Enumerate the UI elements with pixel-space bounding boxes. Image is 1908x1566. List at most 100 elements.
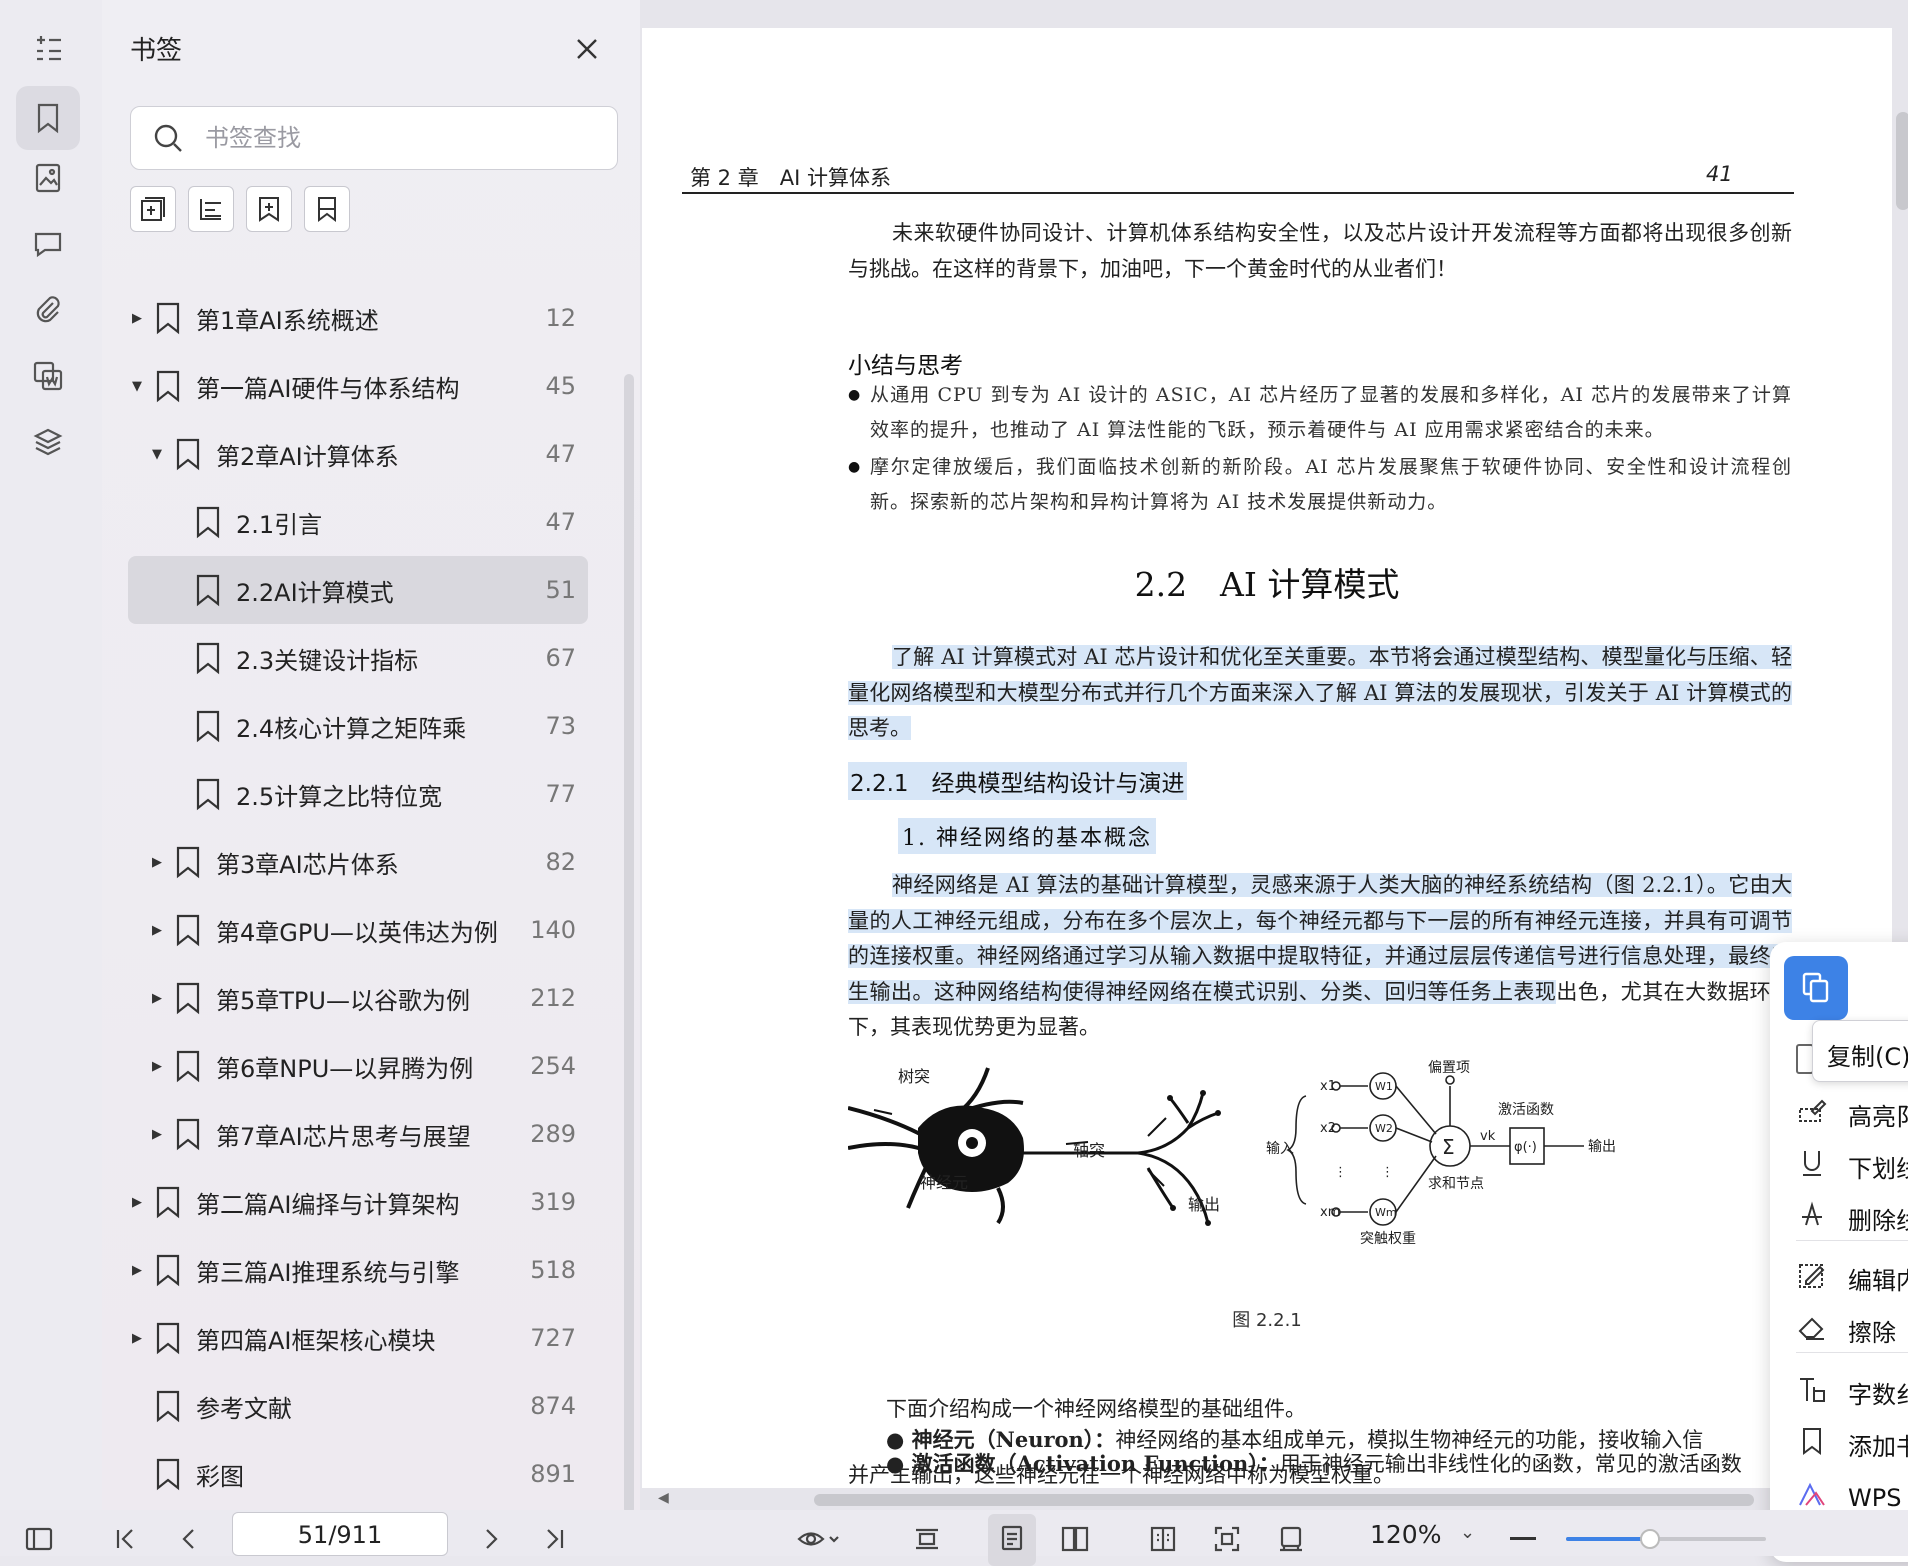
sidebar-toggle-button[interactable] (24, 1524, 54, 1558)
expand-arrow-icon[interactable]: ▶ (128, 1263, 146, 1278)
add-bookmark-button[interactable] (246, 186, 292, 232)
highlight-icon (1796, 1095, 1828, 1133)
bookmark-item[interactable]: ▶ 第3章AI芯片体系 82 (128, 828, 588, 896)
edit-icon (1796, 1259, 1828, 1297)
thumbnail-icon[interactable] (16, 146, 80, 210)
bookmark-item[interactable]: ▶ 第三篇AI推理系统与引擎 518 (128, 1236, 588, 1304)
expand-all-button[interactable] (130, 186, 176, 232)
bookmark-icon (194, 641, 222, 675)
copy-button[interactable] (1784, 956, 1848, 1020)
page-number: 41 (1706, 162, 1733, 186)
context-menu-label: 擦除 (1848, 1318, 1896, 1347)
zoom-slider[interactable] (1566, 1529, 1766, 1549)
first-page-icon (116, 1529, 133, 1549)
search-input[interactable] (203, 123, 563, 153)
extract-icon[interactable] (16, 344, 80, 408)
collapse-all-button[interactable] (188, 186, 234, 232)
term-activation: ● 激活函数（Activation Function）： (886, 1451, 1280, 1476)
context-menu-label: 编辑内 (1848, 1266, 1908, 1295)
zoom-level[interactable]: 120% (1370, 1520, 1441, 1549)
zoom-slider-knob[interactable] (1640, 1529, 1660, 1549)
bookmark-panel: 书签 ▶ 第1章AI系统概述 12 ▼ 第一篇AI硬件与体系结构 45 ▼ 第2章AI计算体系… (102, 0, 640, 1514)
bookmark-item[interactable]: 参考文献 874 (128, 1372, 588, 1440)
single-page-button[interactable] (988, 1514, 1036, 1566)
zoom-out-button[interactable] (1510, 1537, 1536, 1540)
first-page-button[interactable] (110, 1524, 140, 1558)
book-mode-button[interactable] (1148, 1524, 1178, 1558)
bookmark-label: 第4章GPU—以英伟达为例 (216, 918, 498, 947)
close-icon[interactable] (572, 34, 602, 64)
bookmark-search[interactable] (130, 106, 618, 170)
attachment-icon[interactable] (16, 278, 80, 342)
chevron-down-icon[interactable]: ⌄ (1460, 1522, 1475, 1543)
bookmark-item[interactable]: ▼ 第2章AI计算体系 47 (128, 420, 588, 488)
context-menu-label: 下划线 (1848, 1154, 1908, 1183)
two-page-button[interactable] (1060, 1524, 1090, 1558)
context-menu-item[interactable]: 删除线 (1796, 1196, 1908, 1240)
header-rule (682, 192, 1794, 194)
expand-arrow-icon[interactable]: ▶ (148, 1059, 166, 1074)
bookmark-item[interactable]: ▶ 第二篇AI编择与计算架构 319 (128, 1168, 588, 1236)
bookmark-item[interactable]: ▶ 第7章AI芯片思考与展望 289 (128, 1100, 588, 1168)
section-paragraph: 了解 AI 计算模式对 AI 芯片设计和优化至关重要。本节将会通过模型结构、模型… (848, 640, 1792, 747)
add-bookmark-icon (259, 197, 279, 222)
bookmark-label: 参考文献 (196, 1394, 292, 1423)
bookmark-item[interactable]: ▶ 第5章TPU—以谷歌为例 212 (128, 964, 588, 1032)
context-menu-item[interactable]: 编辑内 (1796, 1256, 1908, 1300)
scroll-left-arrow[interactable]: ◀ (658, 1490, 669, 1506)
horizontal-scrollbar[interactable] (814, 1494, 1754, 1506)
fit-width-button[interactable] (1276, 1524, 1306, 1558)
fit-page-icon (1214, 1526, 1240, 1552)
expand-arrow-icon[interactable]: ▶ (128, 1195, 146, 1210)
bookmark-tab-icon[interactable] (16, 86, 80, 150)
bookmark-item[interactable]: 2.1引言 47 (128, 488, 588, 556)
expand-arrow-icon[interactable]: ▶ (148, 991, 166, 1006)
bookmark-item[interactable]: ▶ 第四篇AI框架核心模块 727 (128, 1304, 588, 1372)
context-menu-item[interactable]: 擦除 (1796, 1308, 1896, 1352)
summary-bullet-2: 摩尔定律放缓后，我们面临技术创新的新阶段。AI 芯片发展聚焦于软硬件协同、安全性… (848, 450, 1792, 520)
label-activation: 激活函数 (1498, 1101, 1554, 1118)
collapse-arrow-icon[interactable]: ▼ (148, 447, 166, 462)
layers-icon[interactable] (16, 410, 80, 474)
expand-arrow-icon[interactable]: ▶ (148, 923, 166, 938)
eye-mode-button[interactable] (796, 1524, 840, 1558)
last-page-button[interactable] (540, 1524, 570, 1558)
bookmark-item[interactable]: 2.4核心计算之矩阵乘 73 (128, 692, 588, 760)
bookmark-item[interactable]: 2.5计算之比特位宽 77 (128, 760, 588, 828)
next-page-button[interactable] (476, 1524, 506, 1558)
context-menu-item[interactable]: 下划线 (1796, 1144, 1908, 1188)
continuous-scroll-button[interactable] (912, 1524, 942, 1558)
bookmark-item[interactable]: ▼ 第一篇AI硬件与体系结构 45 (128, 352, 588, 420)
bookmark-item[interactable]: 彩图 891 (128, 1440, 588, 1508)
panel-scrollbar[interactable] (624, 374, 634, 1514)
fit-page-button[interactable] (1212, 1524, 1242, 1558)
expand-arrow-icon[interactable]: ▶ (128, 311, 146, 326)
context-menu-item[interactable]: 高亮阝 (1796, 1092, 1908, 1136)
highlighted-text: 了解 AI 计算模式对 AI 芯片设计和优化至关重要。本节将会通过模型结构、模型… (848, 645, 1792, 740)
bookmark-item[interactable]: 2.2AI计算模式 51 (128, 556, 588, 624)
section-title: 2.2 AI 计算模式 (1134, 565, 1400, 604)
expand-arrow-icon[interactable]: ▶ (128, 1331, 146, 1346)
bookmark-icon (154, 1321, 182, 1355)
bookmark-item[interactable]: ▶ 第6章NPU—以昇腾为例 254 (128, 1032, 588, 1100)
outline-icon[interactable] (16, 16, 80, 80)
page-number-input[interactable]: 51/911 (232, 1512, 448, 1556)
definition-activation-text: 用于神经元输出非线性化的函数，常见的激活函数 (1279, 1452, 1742, 1476)
document-viewport[interactable]: 第 2 章 AI 计算体系 41 未来软硬件协同设计、计算机体系结构安全性，以及… (640, 0, 1908, 1510)
expand-arrow-icon[interactable]: ▶ (148, 1127, 166, 1142)
bookmark-item[interactable]: 2.3关键设计指标 67 (128, 624, 588, 692)
prev-page-button[interactable] (174, 1524, 204, 1558)
label-w1: W1 (1375, 1080, 1393, 1093)
context-menu-item[interactable]: 字数纟 (1796, 1370, 1908, 1414)
expand-arrow-icon[interactable]: ▶ (148, 855, 166, 870)
bookmark-icon (174, 845, 202, 879)
context-menu-item[interactable]: 添加书 (1796, 1422, 1908, 1466)
comment-icon[interactable] (16, 212, 80, 276)
collapse-arrow-icon[interactable]: ▼ (128, 379, 146, 394)
bookmark-item[interactable]: ▶ 第4章GPU—以英伟达为例 140 (128, 896, 588, 964)
bookmark-icon (318, 197, 336, 222)
fit-width-icon (1280, 1526, 1302, 1552)
bookmark-item[interactable]: ▶ 第1章AI系统概述 12 (128, 284, 588, 352)
bookmark-style-button[interactable] (304, 186, 350, 232)
vertical-scrollbar[interactable] (1896, 112, 1908, 210)
